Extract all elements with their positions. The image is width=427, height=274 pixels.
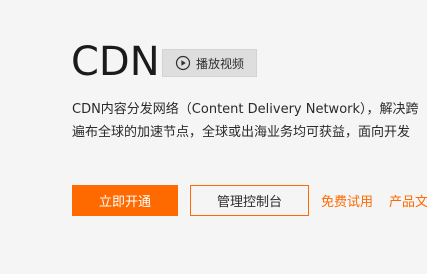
description-line: CDN内容分发网络（Content Delivery Network），解决跨 [72, 102, 419, 117]
management-console-button[interactable]: 管理控制台 [190, 185, 309, 216]
description-line: 遍布全球的加速节点，全球或出海业务均可获益，面向开发 [72, 125, 411, 140]
play-video-button[interactable]: 播放视频 [162, 49, 257, 77]
activate-now-button[interactable]: 立即开通 [72, 185, 178, 216]
play-circle-icon [175, 55, 191, 71]
hero-section: CDN 播放视频 CDN内容分发网络（Content Delivery Netw… [0, 0, 427, 274]
product-doc-link[interactable]: 产品文 [389, 191, 427, 210]
page-title: CDN [71, 39, 160, 85]
free-trial-link[interactable]: 免费试用 [321, 191, 373, 210]
product-description: CDN内容分发网络（Content Delivery Network），解决跨 … [72, 98, 427, 144]
play-video-label: 播放视频 [195, 56, 244, 71]
